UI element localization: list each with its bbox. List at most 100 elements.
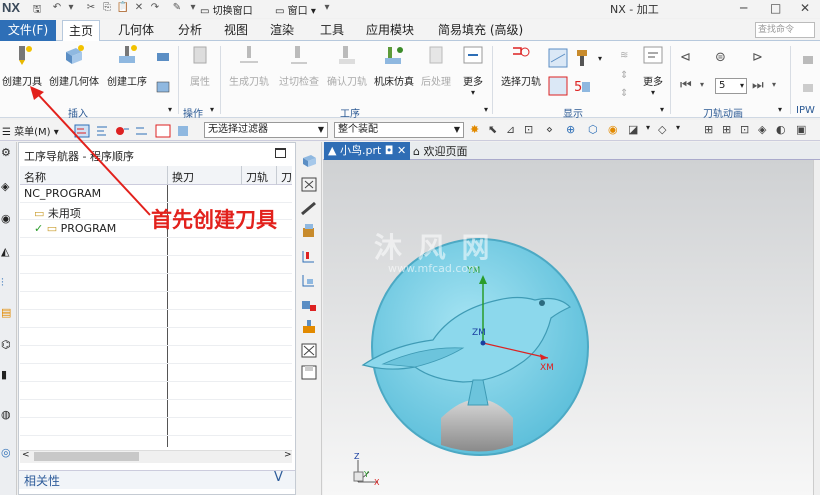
view-icon-2[interactable]: ⊞ xyxy=(722,123,731,136)
chevron-down-icon[interactable]: ▾ xyxy=(778,105,782,114)
delete-icon[interactable]: ✕ xyxy=(132,2,146,15)
operation-navigator-icon[interactable]: ⫶ xyxy=(1,276,16,290)
insert-small-icon-2[interactable] xyxy=(155,80,171,94)
maximize-button[interactable]: □ xyxy=(770,1,781,15)
tool-list-icon[interactable] xyxy=(300,248,318,265)
redo-icon[interactable]: ↷ xyxy=(148,2,162,15)
tab-view[interactable]: 视图 xyxy=(218,20,254,41)
play-icon[interactable]: ⊳ xyxy=(752,50,763,65)
gouge-check-button[interactable]: 过切检查 xyxy=(275,44,323,88)
ipw-icon[interactable] xyxy=(800,50,816,66)
face-icon[interactable]: ◉ xyxy=(608,123,618,136)
column-tool[interactable]: 刀 xyxy=(281,169,292,185)
scrollbar-thumb[interactable] xyxy=(34,452,139,461)
step-back-icon[interactable]: ⊲ xyxy=(680,50,691,65)
create-geometry-small-icon[interactable] xyxy=(300,152,318,169)
tab-render[interactable]: 渲染 xyxy=(264,20,300,41)
plane-icon[interactable]: ◇ xyxy=(658,123,666,136)
column-tool-change[interactable]: 换刀 xyxy=(172,169,194,185)
shade-icon[interactable]: ◐ xyxy=(776,123,786,136)
create-operation-button[interactable]: 创建工序 xyxy=(105,44,149,88)
machine-navigator-icon[interactable]: ▤ xyxy=(1,306,16,320)
tab-part-file[interactable]: ▲ 小鸟.prt ◘ ✕ xyxy=(324,142,410,160)
fit-view-icon[interactable] xyxy=(300,176,318,193)
maximize-icon[interactable] xyxy=(275,148,286,158)
hexagon-icon[interactable]: ⬡ xyxy=(588,123,598,136)
measure-icon[interactable] xyxy=(300,200,318,217)
tab-home[interactable]: 主页 xyxy=(62,20,101,41)
cursor-icon[interactable]: ⬉ xyxy=(488,123,497,136)
block-icon[interactable] xyxy=(300,222,318,239)
select-toolpath-button[interactable]: 选择刀轨 xyxy=(498,44,544,88)
chevron-down-icon[interactable]: ▾ xyxy=(676,123,680,132)
chevron-down-icon[interactable]: ▾ xyxy=(210,105,214,114)
close-icon[interactable]: ◘ ✕ xyxy=(385,144,406,157)
tab-analysis[interactable]: 分析 xyxy=(172,20,208,41)
save-icon[interactable]: 🖫 xyxy=(30,2,44,15)
machine-simulation-button[interactable]: 机床仿真 xyxy=(370,44,418,88)
animation-speed-select[interactable]: 5 ▾ xyxy=(715,78,747,94)
generate-toolpath-button[interactable]: 生成刀轨 xyxy=(225,44,273,88)
properties-button[interactable]: 属性 xyxy=(185,44,215,88)
verify-toolpath-button[interactable]: 确认刀轨 xyxy=(323,44,371,88)
chevron-down-icon[interactable]: ▾ xyxy=(168,105,172,114)
menu-button[interactable]: ☰ 菜单(M) ▾ xyxy=(2,123,59,138)
tree-node-program[interactable]: ✓ ▭ PROGRAM xyxy=(34,222,116,235)
minimize-button[interactable]: ─ xyxy=(740,1,747,15)
display-numbered-icon[interactable]: 5 xyxy=(572,76,592,96)
arrow-icon[interactable]: ▾ xyxy=(186,2,200,15)
view-icon-3[interactable]: ⊡ xyxy=(740,123,749,136)
method-list-icon[interactable] xyxy=(300,318,318,335)
reuse-library-icon[interactable]: ▮ xyxy=(1,368,16,382)
assembly-scope-select[interactable]: 整个装配 ▼ xyxy=(334,122,464,138)
cut-icon[interactable]: ✂ xyxy=(84,2,98,15)
create-geometry-button[interactable]: 创建几何体 xyxy=(48,44,100,88)
chevron-down-icon[interactable]: ▾ xyxy=(646,123,650,132)
close-button[interactable]: ✕ xyxy=(800,1,810,15)
web-browser-icon[interactable]: ◎ xyxy=(1,446,16,460)
tab-file[interactable]: 文件(F) xyxy=(0,20,56,41)
rectangle-select-icon[interactable]: ⊡ xyxy=(524,123,533,136)
lasso-icon[interactable]: ⊿ xyxy=(506,123,515,136)
stack-icon[interactable]: ≋ xyxy=(620,50,628,61)
bird-relief-model[interactable] xyxy=(323,160,813,495)
feature-navigator-icon[interactable]: ⌬ xyxy=(1,338,16,352)
undo-icon[interactable]: ↶ xyxy=(50,2,64,15)
close-view-icon[interactable] xyxy=(300,342,318,359)
assembly-navigator-icon[interactable]: ◈ xyxy=(1,180,16,194)
display-path-icon[interactable] xyxy=(548,76,568,96)
create-tool-button[interactable]: 创建刀具 xyxy=(2,44,42,88)
edit-icon[interactable]: ✎ xyxy=(170,2,184,15)
tab-welcome-page[interactable]: ⌂ 欢迎页面 xyxy=(413,143,467,160)
history-icon[interactable]: ◍ xyxy=(1,408,16,422)
command-search-input[interactable]: 查找命令 xyxy=(755,22,815,38)
machine-tool-view-icon[interactable] xyxy=(94,124,110,138)
chevron-down-icon[interactable]: ▾ xyxy=(772,80,776,89)
save-view-icon[interactable] xyxy=(300,364,318,381)
stack-icon-2[interactable]: ⇕ xyxy=(620,70,628,81)
expand-icon[interactable]: V xyxy=(274,470,283,485)
column-toolpath[interactable]: 刀轨 xyxy=(246,169,268,185)
column-divider[interactable] xyxy=(276,166,277,185)
tree-node-nc-program[interactable]: NC_PROGRAM xyxy=(24,187,101,200)
copy-icon[interactable]: ⎘ xyxy=(100,2,114,15)
filter-view-icon[interactable] xyxy=(155,124,171,138)
operation-list-icon[interactable] xyxy=(300,272,318,289)
pause-icon[interactable]: ⊜ xyxy=(715,50,726,65)
chevron-down-icon[interactable]: ▾ xyxy=(598,54,602,63)
chevron-down-icon[interactable]: ▾ xyxy=(660,105,664,114)
window-menu-button[interactable]: ▭ 窗口 ▾ xyxy=(275,2,316,17)
tab-application[interactable]: 应用模块 xyxy=(360,20,420,41)
tool-view-icon[interactable] xyxy=(175,124,191,138)
display-tool-icon[interactable] xyxy=(572,48,592,68)
tab-easy-fill[interactable]: 简易填充 (高级) xyxy=(432,20,529,41)
selection-filter-select[interactable]: 无选择过滤器 ▼ xyxy=(204,122,328,138)
more-display-button[interactable]: 更多 ▾ xyxy=(638,44,668,97)
chevron-down-icon[interactable]: ▾ xyxy=(484,105,488,114)
scroll-right-icon[interactable]: > xyxy=(284,450,292,460)
point-icon[interactable]: ⊕ xyxy=(566,123,575,136)
column-divider[interactable] xyxy=(241,166,242,185)
post-process-button[interactable]: 后处理 xyxy=(418,44,454,88)
customize-icon[interactable]: ▾ xyxy=(320,2,334,15)
fast-forward-icon[interactable]: ⏭ xyxy=(752,78,764,93)
